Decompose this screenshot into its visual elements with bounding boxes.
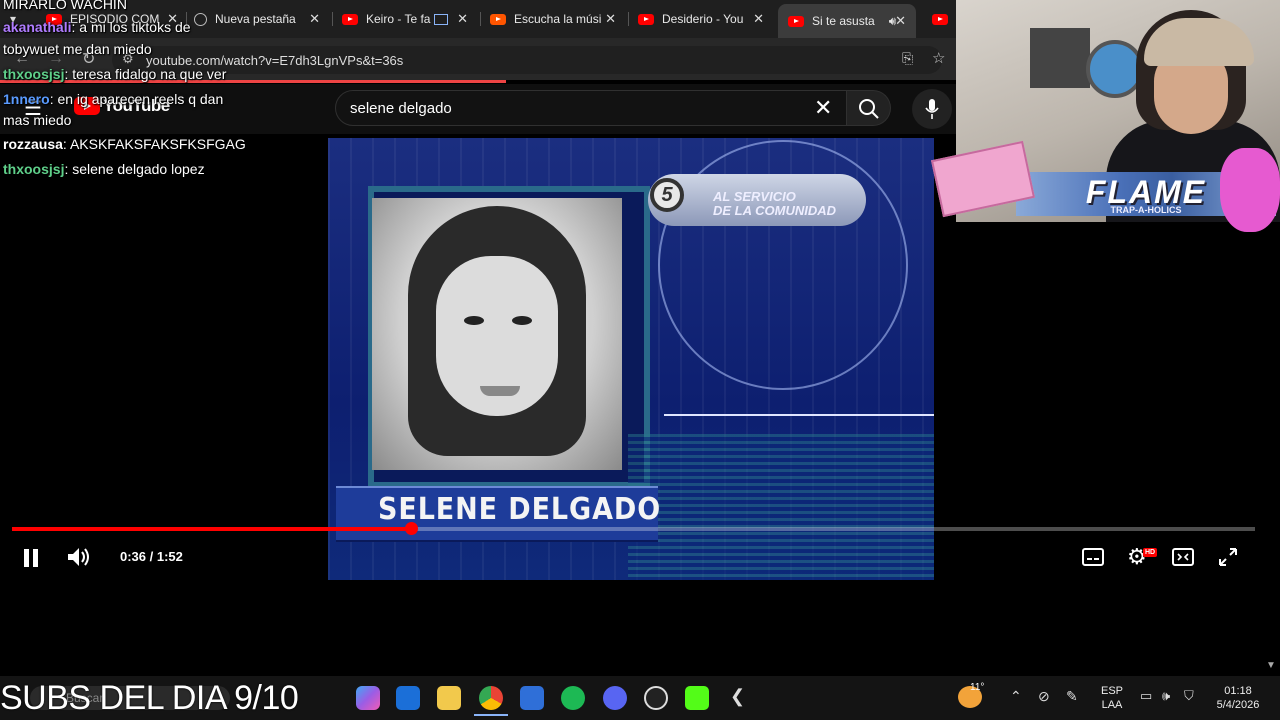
clock-date: 5/4/2026 [1216, 699, 1260, 711]
video-horizontal-line [664, 414, 934, 416]
chat-message: thxoosjsj: teresa fidalgo na que ver [3, 66, 227, 82]
tab-label: Nueva pestaña [215, 12, 296, 26]
search-button[interactable] [847, 90, 891, 126]
active-app-indicator [474, 714, 508, 716]
chat-header: MIRARLO WACHIN [3, 0, 127, 12]
microsoft-store-icon[interactable] [520, 686, 544, 710]
kick-icon[interactable] [685, 686, 709, 710]
edge-browser-icon[interactable] [396, 686, 420, 710]
install-app-icon[interactable]: ⎘ [902, 50, 913, 67]
theater-mode-icon[interactable] [1172, 548, 1194, 566]
shield-icon[interactable]: ⛉ [1184, 688, 1194, 704]
channel-5-logo: 5 [650, 178, 684, 212]
search-input[interactable]: selene delgado ✕ [335, 90, 847, 126]
youtube-icon [342, 13, 358, 25]
close-tab-icon[interactable]: ✕ [753, 11, 764, 27]
copilot-icon[interactable] [356, 686, 380, 710]
volume-tray-icon[interactable]: 🕪︎ [1162, 688, 1170, 704]
show-hidden-icons-chevron[interactable]: ⌃ [1010, 688, 1022, 705]
tab-escucha[interactable]: Escucha la músi ✕ [490, 6, 616, 32]
wall-poster [1030, 28, 1090, 88]
subs-counter-overlay: SUBS DEL DIA 9/10 [0, 679, 299, 717]
progress-bar-played [12, 527, 411, 531]
tab-nueva-pestana[interactable]: Nueva pestaña ✕ [194, 6, 320, 32]
tab-separator [480, 12, 481, 26]
bookmark-star-icon[interactable]: ☆ [932, 49, 945, 67]
discord-icon[interactable] [603, 686, 627, 710]
picture-in-picture-icon [434, 13, 449, 25]
volume-icon[interactable] [66, 546, 92, 568]
search-icon [859, 99, 879, 119]
obs-icon[interactable] [644, 686, 668, 710]
file-explorer-icon[interactable] [437, 686, 461, 710]
spotify-icon[interactable] [561, 686, 585, 710]
chat-message: tobywuet me dan miedo [3, 41, 152, 57]
tab-separator [628, 12, 629, 26]
address-bar[interactable]: ⚙ youtube.com/watch?v=E7dh3LgnVPs&t=36s … [112, 46, 945, 74]
pause-icon[interactable] [22, 548, 40, 568]
clock[interactable]: 01:18 5/4/2026 [1210, 684, 1266, 712]
hd-badge: HD [1143, 548, 1158, 557]
weather-temp: 11° [970, 682, 985, 693]
video-player[interactable]: 5 AL SERVICIO DE LA COMUNIDAD SELENE DEL… [328, 138, 934, 580]
chat-message: thxoosjsj: selene delgado lopez [3, 161, 205, 177]
network-off-icon[interactable]: ⊘ [1038, 688, 1050, 705]
chat-message: 1nnero: en ig aparecen reels q dan [3, 91, 224, 107]
microphone-icon [925, 99, 939, 119]
subtitles-icon[interactable] [1082, 548, 1104, 566]
tab-label: Si te asusta [812, 14, 875, 28]
tab-overflow[interactable] [932, 6, 956, 32]
progress-scrubber-handle[interactable] [405, 522, 418, 535]
tab-keiro[interactable]: Keiro - Te fa ✕ [342, 6, 468, 32]
pink-figure-sticker [1220, 148, 1280, 232]
app-icon[interactable]: ❮ [730, 686, 745, 707]
tab-label: Keiro - Te fa [366, 12, 431, 26]
name-caption-text: SELENE DELGADO [378, 492, 662, 527]
chat-message: akanathali: a mi los tiktoks de [3, 19, 191, 35]
search-input-value: selene delgado [350, 99, 452, 117]
tab-separator [332, 12, 333, 26]
voice-search-button[interactable] [912, 89, 952, 129]
close-tab-icon[interactable]: ✕ [895, 13, 906, 29]
tab-label: Escucha la músi [514, 12, 602, 26]
globe-icon [194, 12, 207, 26]
display-icon[interactable]: ▭ [1140, 688, 1152, 704]
clear-search-icon[interactable]: ✕ [814, 95, 832, 121]
close-tab-icon[interactable]: ✕ [605, 11, 616, 27]
tab-si-te-asusta[interactable]: Si te asusta 🔊︎ ✕ [778, 4, 916, 38]
soundcloud-icon [490, 13, 506, 25]
close-tab-icon[interactable]: ✕ [457, 11, 468, 27]
streamer-cap [1144, 18, 1254, 66]
chat-message: rozzausa: AKSKFAKSFAKSFKSFGAG [3, 136, 246, 152]
tab-label: Desiderio - You [662, 12, 744, 26]
video-portrait-photo [372, 198, 622, 470]
time-display: 0:36 / 1:52 [120, 549, 183, 564]
chat-message: mas miedo [3, 112, 72, 128]
video-glitch-band [628, 434, 934, 580]
channel-badge-text: AL SERVICIO DE LA COMUNIDAD [713, 189, 837, 218]
youtube-icon [638, 13, 654, 25]
scroll-down-arrow-icon[interactable]: ▼ [1266, 660, 1276, 671]
chrome-icon[interactable] [479, 686, 503, 710]
youtube-icon [932, 13, 948, 25]
youtube-icon [788, 15, 804, 27]
close-tab-icon[interactable]: ✕ [309, 11, 320, 27]
tab-desiderio[interactable]: Desiderio - You ✕ [638, 6, 764, 32]
language-indicator[interactable]: ESP LAA [1098, 684, 1126, 712]
pen-icon[interactable]: ✎ [1066, 688, 1078, 705]
clock-time: 01:18 [1224, 685, 1252, 697]
fullscreen-icon[interactable] [1218, 547, 1238, 567]
